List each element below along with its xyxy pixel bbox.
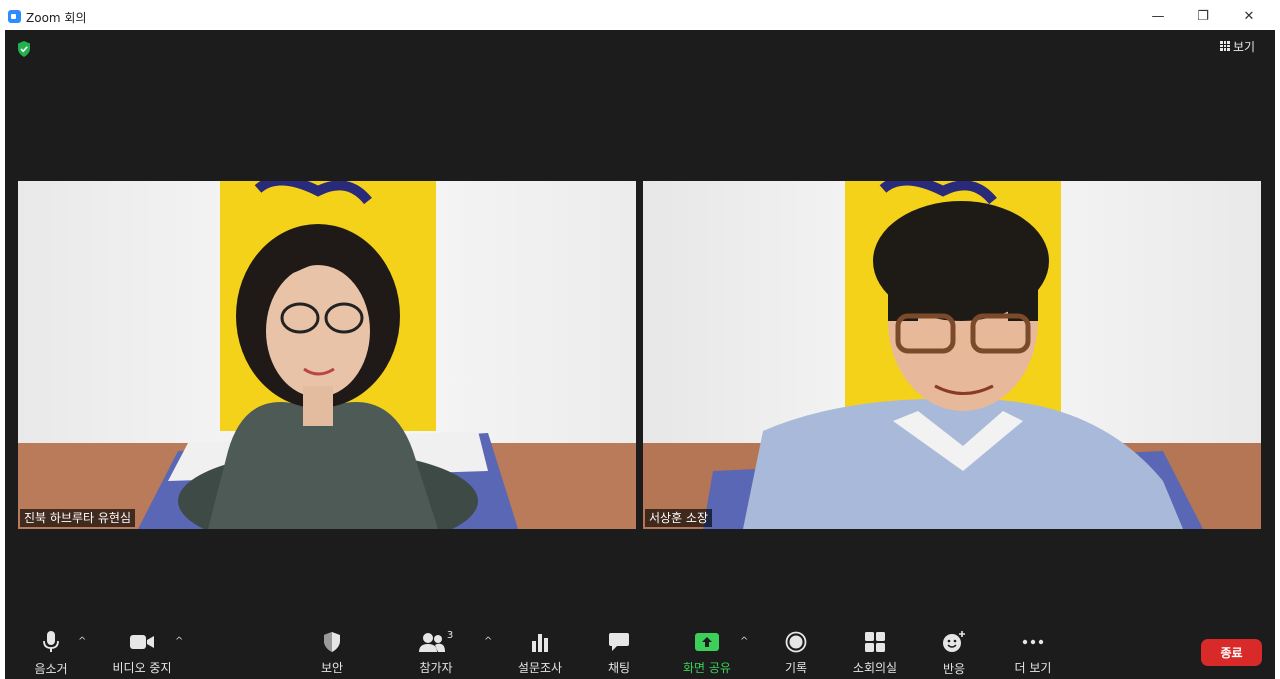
more-button[interactable]: 더 보기 [1008, 630, 1058, 676]
participants-button[interactable]: 3 참가자 [408, 630, 464, 676]
security-shield-icon [319, 630, 345, 653]
participant-video [18, 181, 636, 529]
stop-video-label: 비디오 중지 [112, 661, 172, 675]
shield-check-icon[interactable] [17, 41, 31, 57]
breakout-rooms-icon [862, 630, 888, 653]
participants-icon: 3 [416, 630, 456, 653]
end-meeting-button[interactable]: 종료 [1201, 639, 1262, 666]
record-icon [783, 630, 809, 653]
video-camera-icon [129, 630, 155, 653]
reactions-button[interactable]: 반응 [934, 630, 974, 676]
minimize-button[interactable]: — [1146, 6, 1170, 28]
security-label: 보안 [320, 661, 344, 675]
record-button[interactable]: 기록 [776, 630, 816, 676]
breakout-rooms-label: 소회의실 [852, 661, 898, 675]
polls-button[interactable]: 설문조사 [510, 630, 570, 676]
view-toggle-label: 보기 [1233, 39, 1256, 54]
zoom-logo-icon [8, 10, 21, 23]
participants-options-caret[interactable]: ^ [484, 636, 492, 647]
meeting-area: 보기 진북 하브루타 유현심 서상훈 소장 음소거 ^ 비디오 중지 ^ 보안 … [5, 30, 1275, 679]
audio-options-caret[interactable]: ^ [78, 636, 86, 647]
window-title: Zoom 회의 [26, 11, 87, 25]
more-dots-icon [1020, 630, 1046, 653]
share-screen-button[interactable]: 화면 공유 [675, 630, 739, 676]
polls-label: 설문조사 [517, 661, 563, 675]
window-titlebar: Zoom 회의 — ❐ ✕ [0, 0, 1280, 32]
meeting-toolbar: 음소거 ^ 비디오 중지 ^ 보안 3 참가자 ^ 설문조사 채팅 화면 공유 … [5, 626, 1275, 679]
video-tile[interactable]: 서상훈 소장 [643, 181, 1261, 529]
restore-button[interactable]: ❐ [1191, 6, 1215, 28]
record-label: 기록 [784, 661, 808, 675]
participants-count: 3 [446, 630, 454, 641]
reactions-label: 반응 [942, 662, 966, 676]
breakout-rooms-button[interactable]: 소회의실 [845, 630, 905, 676]
grid-view-icon [1220, 41, 1230, 51]
microphone-icon [38, 630, 64, 654]
more-label: 더 보기 [1014, 661, 1052, 675]
share-screen-label: 화면 공유 [683, 661, 731, 675]
chat-bubble-icon [606, 630, 632, 653]
participant-name-label: 진북 하브루타 유현심 [20, 509, 135, 527]
video-tile[interactable]: 진북 하브루타 유현심 [18, 181, 636, 529]
stop-video-button[interactable]: 비디오 중지 [105, 630, 179, 676]
share-screen-icon [694, 630, 720, 653]
mute-button[interactable]: 음소거 [23, 630, 79, 676]
participant-name-label: 서상훈 소장 [645, 509, 713, 527]
security-button[interactable]: 보안 [307, 630, 357, 676]
chat-button[interactable]: 채팅 [599, 630, 639, 676]
view-toggle-button[interactable]: 보기 [1220, 37, 1255, 55]
close-button[interactable]: ✕ [1237, 6, 1261, 28]
smiley-plus-icon [941, 630, 967, 654]
video-options-caret[interactable]: ^ [175, 636, 183, 647]
share-options-caret[interactable]: ^ [740, 636, 748, 647]
bar-chart-icon [527, 630, 553, 653]
participants-label: 참가자 [419, 661, 453, 675]
participant-video [643, 181, 1261, 529]
chat-label: 채팅 [607, 661, 631, 675]
mute-label: 음소거 [34, 662, 68, 676]
